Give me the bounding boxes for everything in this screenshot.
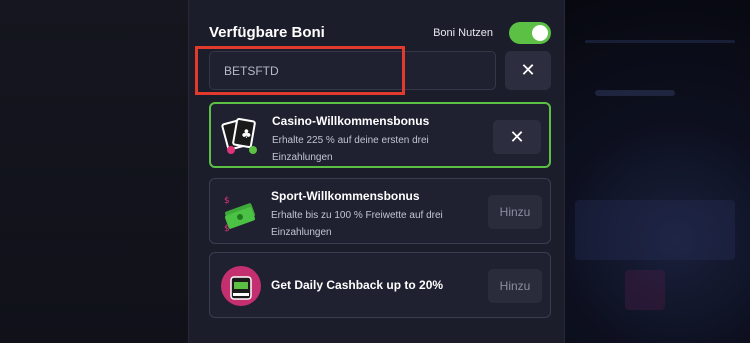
bonus-name: Get Daily Cashback up to 20% <box>271 278 444 292</box>
bonus-panel: Verfügbare Boni Boni Nutzen ✕ ♣ Casino-W… <box>188 0 565 343</box>
use-bonus-toggle[interactable] <box>509 22 551 44</box>
toggle-knob <box>532 25 548 41</box>
playing-cards-icon: ♣ <box>219 114 265 160</box>
svg-text:$: $ <box>224 196 230 206</box>
bonus-description: Erhalte bis zu 100 % Freiwette auf drei … <box>271 210 443 238</box>
money-stack-icon: $ $ <box>218 189 264 235</box>
bonus-description: Erhalte 225 % auf deine ersten drei Einz… <box>272 135 429 163</box>
add-bonus-button[interactable]: Hinzu <box>488 195 542 229</box>
bonus-header: Verfügbare Boni Boni Nutzen <box>209 22 551 44</box>
remove-bonus-button[interactable]: ✕ <box>493 120 541 154</box>
bonus-code-row: ✕ <box>195 46 551 95</box>
bonus-name: Sport-Willkommensbonus <box>271 189 420 203</box>
add-bonus-button[interactable]: Hinzu <box>488 269 542 303</box>
bonus-card-sport[interactable]: $ $ Sport-Willkommensbonus Erhalte bis z… <box>209 178 551 244</box>
clear-code-button[interactable]: ✕ <box>505 51 551 90</box>
background-left <box>0 0 188 343</box>
bonus-card-cashback[interactable]: Get Daily Cashback up to 20% Hinzu <box>209 252 551 318</box>
close-icon: ✕ <box>520 60 536 80</box>
svg-text:$: $ <box>224 224 230 234</box>
toggle-label: Boni Nutzen <box>433 27 493 39</box>
bonus-card-casino[interactable]: ♣ Casino-Willkommensbonus Erhalte 225 % … <box>209 102 551 168</box>
slot-machine-icon <box>218 263 264 309</box>
bonus-name: Casino-Willkommensbonus <box>272 114 430 128</box>
bonus-code-input[interactable] <box>209 51 496 90</box>
close-icon: ✕ <box>509 126 525 147</box>
panel-title: Verfügbare Boni <box>209 24 325 41</box>
background-right <box>565 0 750 343</box>
svg-text:♣: ♣ <box>241 127 252 141</box>
